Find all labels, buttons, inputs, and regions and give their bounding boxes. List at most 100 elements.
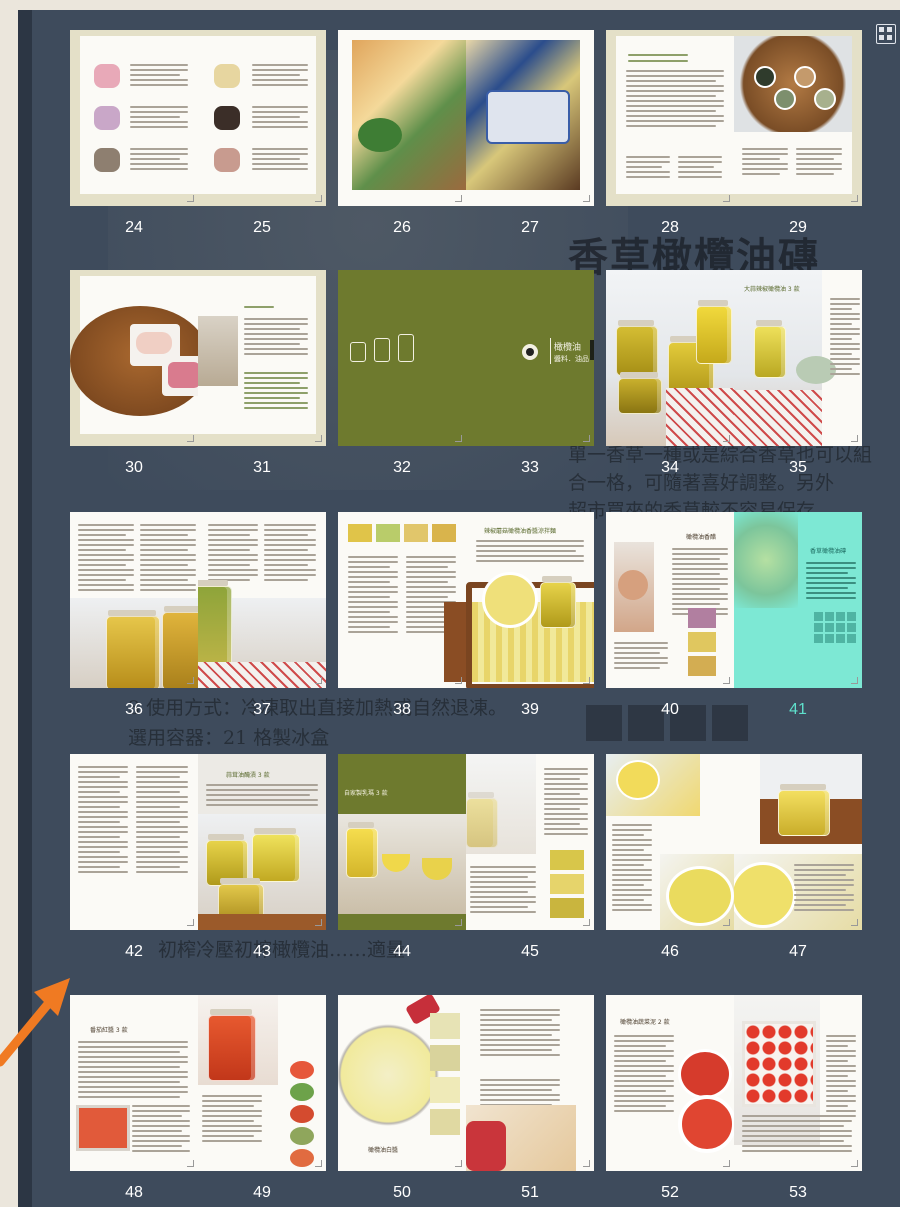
text-line — [672, 553, 728, 555]
page-number[interactable]: 27 — [500, 219, 560, 237]
thumbnail-page[interactable]: 香草橄欖油磚 — [734, 512, 862, 688]
page-number[interactable]: 40 — [640, 701, 700, 719]
page-number[interactable]: 39 — [500, 701, 560, 719]
page-number[interactable]: 37 — [232, 701, 292, 719]
page-number[interactable]: 30 — [104, 459, 164, 477]
thumbnail-spread[interactable] — [606, 754, 862, 930]
thumbnail-page[interactable]: 自家製乳瑪 3 款 — [338, 754, 466, 930]
page-number[interactable]: 26 — [372, 219, 432, 237]
thumbnail-spread[interactable]: 蒜茸油醃漬 3 款 — [70, 754, 326, 930]
minced-meat — [168, 362, 198, 388]
bowl — [678, 1095, 734, 1153]
page-number[interactable]: 50 — [372, 1184, 432, 1202]
page-number[interactable]: 28 — [640, 219, 700, 237]
thumbnail-page[interactable]: 橄欖油 醬料．油品 — [466, 270, 594, 446]
photo-tile — [290, 1105, 314, 1123]
thumbnail-page[interactable] — [606, 754, 734, 930]
text-line — [252, 121, 308, 123]
thumbnail-spread[interactable] — [70, 270, 326, 446]
thumbnail-page[interactable] — [198, 512, 326, 688]
page-number[interactable]: 25 — [232, 219, 292, 237]
thumbnail-page[interactable]: 大蒜辣椒橄欖油 3 款 — [734, 270, 862, 446]
text-line — [78, 1051, 180, 1053]
page-number[interactable]: 45 — [500, 943, 560, 961]
text-line — [208, 559, 258, 561]
thumbnail-page[interactable] — [338, 30, 466, 206]
thumbnail-spread[interactable]: 橄欖油 醬料．油品 — [338, 270, 594, 446]
thumbnail-page[interactable] — [198, 270, 326, 446]
thumbnail-page[interactable] — [198, 30, 326, 206]
thumbnail-page[interactable]: 橄欖油香醋 — [606, 512, 734, 688]
text-line — [206, 789, 318, 791]
page-number[interactable]: 29 — [768, 219, 828, 237]
thumbnail-spread[interactable]: 大蒜辣椒橄欖油 3 款 — [606, 270, 862, 446]
thumbnail-page[interactable]: 橄欖油蔬菜泥 2 款 — [606, 995, 734, 1171]
thumbnail-page[interactable] — [466, 995, 594, 1171]
thumbnail-page[interactable] — [70, 754, 198, 930]
text-line — [830, 328, 860, 330]
text-line — [614, 1085, 674, 1087]
page-number[interactable]: 34 — [640, 459, 700, 477]
page-number[interactable]: 49 — [232, 1184, 292, 1202]
thumbnail-spread[interactable] — [606, 30, 862, 206]
grid-view-icon[interactable] — [876, 24, 896, 44]
thumbnail-page[interactable] — [466, 754, 594, 930]
text-line — [470, 886, 536, 888]
page-number[interactable]: 33 — [500, 459, 560, 477]
page-number[interactable]: 43 — [232, 943, 292, 961]
text-line — [826, 1085, 856, 1087]
jar-outline — [374, 338, 390, 362]
page-number[interactable]: 48 — [104, 1184, 164, 1202]
page-corner-mark — [723, 435, 730, 442]
page-number[interactable]: 47 — [768, 943, 828, 961]
thumbnail-spread[interactable]: 橄欖油蔬菜泥 2 款 — [606, 995, 862, 1171]
thumbnail-page[interactable]: 蒜茸油醃漬 3 款 — [198, 754, 326, 930]
thumbnail-spread[interactable] — [70, 512, 326, 688]
thumbnail-page[interactable] — [338, 270, 466, 446]
thumbnail-page[interactable] — [734, 30, 862, 206]
page-number[interactable]: 35 — [768, 459, 828, 477]
page-number[interactable]: 52 — [640, 1184, 700, 1202]
text-line — [678, 171, 722, 173]
thumbnail-page[interactable]: 番茄紅醬 3 款 — [70, 995, 198, 1171]
thumbnail-spread[interactable] — [70, 30, 326, 206]
text-line — [614, 662, 668, 664]
thumbnail-page[interactable] — [198, 995, 326, 1171]
thumbnail-spread[interactable]: 橄欖油白醬 — [338, 995, 594, 1171]
page-number[interactable]: 46 — [640, 943, 700, 961]
text-line — [130, 74, 180, 76]
thumbnail-page[interactable] — [70, 30, 198, 206]
thumbnail-page[interactable] — [734, 754, 862, 930]
thumbnail-spread[interactable]: 番茄紅醬 3 款 — [70, 995, 326, 1171]
page-number[interactable]: 41 — [768, 701, 828, 719]
thumbnail-page[interactable]: 辣椒蘑菇橄欖油香醬涼拌麵 — [466, 512, 594, 688]
thumbnail-page[interactable] — [606, 270, 734, 446]
thumbnail-page[interactable] — [70, 512, 198, 688]
thumbnail-page[interactable] — [606, 30, 734, 206]
text-line — [252, 163, 308, 165]
text-line — [208, 524, 258, 526]
page-number[interactable]: 31 — [232, 459, 292, 477]
page-number[interactable]: 36 — [104, 701, 164, 719]
text-line — [132, 1130, 182, 1132]
thumbnail-spread[interactable]: 辣椒蘑菇橄欖油香醬涼拌麵 — [338, 512, 594, 688]
page-number[interactable]: 32 — [372, 459, 432, 477]
text-line — [244, 377, 308, 379]
page-number[interactable]: 42 — [104, 943, 164, 961]
page-number[interactable]: 38 — [372, 701, 432, 719]
page-number[interactable]: 53 — [768, 1184, 828, 1202]
text-line — [130, 116, 180, 118]
text-line — [826, 1055, 856, 1057]
thumbnail-spread[interactable] — [338, 30, 594, 206]
thumbnail-page[interactable] — [466, 30, 594, 206]
page-number[interactable]: 24 — [104, 219, 164, 237]
page-number[interactable]: 44 — [372, 943, 432, 961]
thumbnail-page[interactable]: 橄欖油白醬 — [338, 995, 466, 1171]
thumbnail-page[interactable] — [70, 270, 198, 446]
thumbnail-page[interactable] — [734, 995, 862, 1171]
text-line — [480, 1009, 560, 1011]
page-number[interactable]: 51 — [500, 1184, 560, 1202]
thumbnail-spread[interactable]: 橄欖油香醋 香草橄欖油磚 — [606, 512, 862, 688]
thumbnail-spread[interactable]: 自家製乳瑪 3 款 — [338, 754, 594, 930]
thumbnail-page[interactable] — [338, 512, 466, 688]
